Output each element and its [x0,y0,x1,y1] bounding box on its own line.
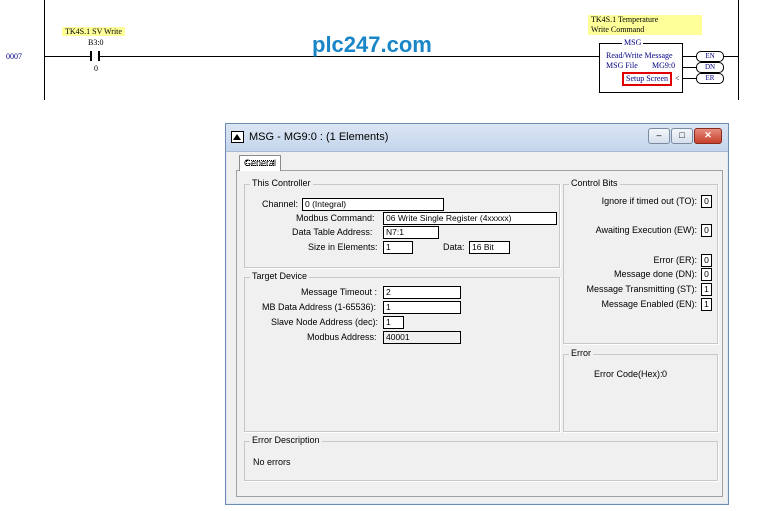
coil-wire-dn [682,67,696,68]
right-power-rail [738,0,739,100]
rung-number[interactable]: 0007 [6,52,22,61]
channel-label: Channel: [262,199,299,209]
message-timeout-field[interactable]: 2 [383,286,461,299]
slave-node-address-field[interactable]: 1 [383,316,404,329]
mb-data-address-label: MB Data Address (1-65536): [262,302,377,312]
ew-bit-field: 0 [701,224,712,237]
setup-screen-button[interactable]: Setup Screen [622,72,672,86]
msg-file-value: MG9:0 [652,61,676,70]
coil-out-wire [724,56,738,57]
target-device-group: Target Device Message Timeout : 2 MB Dat… [244,271,560,432]
st-bit-field: 1 [701,283,712,296]
error-group: Error Error Code(Hex): 0 [563,348,718,432]
data-table-address-label: Data Table Address: [292,227,373,237]
minimize-button[interactable]: – [648,128,670,144]
data-size-field[interactable]: 16 Bit [469,241,510,254]
modbus-address-field: 40001 [383,331,461,344]
rung-wire-left [45,56,90,57]
dn-bit-field: 0 [701,268,712,281]
contact-bit: 0 [94,64,98,73]
msg-file-label: MSG File [606,61,638,70]
group-title-this-controller: This Controller [250,178,313,188]
size-in-elements-field[interactable]: 1 [383,241,413,254]
msg-arrow: < [675,74,680,83]
awaiting-execution-label: Awaiting Execution (EW): [595,225,697,235]
close-button[interactable]: ✕ [694,128,722,144]
xic-contact[interactable] [89,50,100,62]
control-bits-group: Control Bits Ignore if timed out (TO): 0… [563,178,718,344]
ignore-timeout-label: Ignore if timed out (TO): [601,196,697,206]
msg-header: MSG [622,38,644,47]
message-done-label: Message done (DN): [613,269,697,279]
watermark: plc247.com [312,32,432,57]
modbus-command-label: Modbus Command: [296,213,375,223]
msg-description-line1: TK4S.1 Temperature [591,15,659,24]
maximize-button[interactable]: □ [671,128,693,144]
modbus-address-label: Modbus Address: [307,332,377,342]
data-label: Data: [443,242,465,252]
error-description-group: Error Description No errors [244,435,718,481]
general-tab-panel: This Controller Channel: 0 (Integral) Mo… [236,170,723,497]
coil-en[interactable]: EN [696,51,724,62]
coil-er[interactable]: ER [696,73,724,84]
coil-dn[interactable]: DN [696,62,724,73]
data-table-address-field[interactable]: N7:1 [383,226,439,239]
title-bar[interactable]: MSG - MG9:0 : (1 Elements) – □ ✕ [226,124,728,152]
size-in-elements-label: Size in Elements: [308,242,378,252]
message-transmitting-label: Message Transmitting (ST): [586,284,697,294]
contact-description: TK4S.1 SV Write [62,27,125,36]
left-power-rail [44,0,45,100]
group-title-error-description: Error Description [250,435,322,445]
group-title-control-bits: Control Bits [569,178,620,188]
modbus-command-field[interactable]: 06 Write Single Register (4xxxxx) [383,212,557,225]
error-code-label: Error Code(Hex): [594,369,663,379]
to-bit-field[interactable]: 0 [701,195,712,208]
message-timeout-label: Message Timeout : [301,287,378,297]
er-bit-field: 0 [701,254,712,267]
this-controller-group: This Controller Channel: 0 (Integral) Mo… [244,178,560,268]
slave-node-address-label: Slave Node Address (dec): [271,317,379,327]
msg-type: Read/Write Message [606,51,673,60]
msg-description: TK4S.1 Temperature Write Command [588,15,702,35]
msg-description-line2: Write Command [591,25,645,34]
coil-wire-er [682,78,696,79]
tab-general-label: General [243,158,277,168]
error-code-value: 0 [662,369,668,379]
group-title-target-device: Target Device [250,271,310,281]
error-description-text: No errors [253,457,291,467]
tab-general[interactable]: General [239,155,281,171]
error-bit-label: Error (ER): [653,255,698,265]
dialog-content: This Controller Channel: 0 (Integral) Mo… [231,152,723,497]
coil-wire-en [682,56,696,57]
window-title: MSG - MG9:0 : (1 Elements) [249,131,389,143]
mb-data-address-field[interactable]: 1 [383,301,461,314]
msg-dialog-window: MSG - MG9:0 : (1 Elements) – □ ✕ This Co… [225,123,729,505]
app-icon [231,131,244,143]
ladder-rung: 0007 TK4S.1 SV Write B3:0 0 plc247.com T… [0,0,768,104]
en-bit-field: 1 [701,298,712,311]
message-enabled-label: Message Enabled (EN): [601,299,697,309]
group-title-error: Error [569,348,593,358]
channel-field[interactable]: 0 (Integral) [302,198,444,211]
msg-instruction-block[interactable]: MSG Read/Write Message MSG File MG9:0 Se… [599,38,683,93]
contact-address: B3:0 [88,38,104,47]
